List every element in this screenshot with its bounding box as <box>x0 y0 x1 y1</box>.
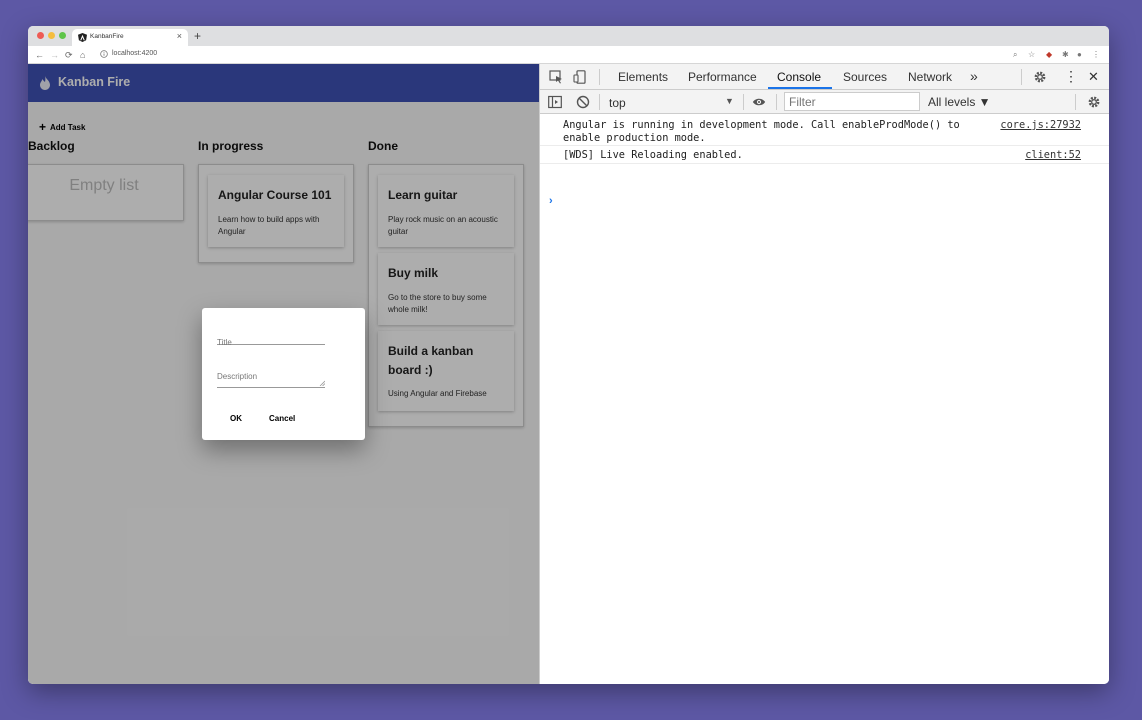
bookmark-star-icon[interactable]: ☆ <box>1028 49 1035 61</box>
kanban-app: Kanban Fire + Add Task Backlog Empty list… <box>28 64 539 684</box>
forward-button[interactable]: → <box>50 48 59 62</box>
home-button[interactable]: ⌂ <box>80 48 85 62</box>
extensions-puzzle-icon[interactable]: ✱ <box>1062 49 1069 61</box>
filter-input[interactable] <box>784 92 920 111</box>
tab-elements[interactable]: Elements <box>618 70 668 84</box>
task-dialog: Title Description OK Cancel <box>202 308 365 440</box>
browser-menu-icon[interactable]: ⋮ <box>1092 49 1100 61</box>
browser-window: KanbanFire × + ← → ⟳ ⌂ localhost:4200 ⌕ … <box>28 26 1109 684</box>
clear-console-icon[interactable] <box>576 95 590 109</box>
description-field[interactable]: Description <box>217 366 325 388</box>
devtools-menu-icon[interactable]: ⋮ <box>1064 68 1078 85</box>
profile-avatar-icon[interactable]: ● <box>1077 49 1082 61</box>
ok-button[interactable]: OK <box>230 414 242 423</box>
toolbar-divider <box>599 94 600 110</box>
toolbar-divider <box>1021 69 1022 85</box>
console-message-source[interactable]: core.js:27932 <box>1000 119 1081 131</box>
console-message-text: Angular is running in development mode. … <box>563 119 960 144</box>
angular-favicon-icon <box>78 33 87 42</box>
tab-title: KanbanFire <box>90 33 124 40</box>
console-message: Angular is running in development mode. … <box>540 114 1109 146</box>
console-message-text: [WDS] Live Reloading enabled. <box>563 149 743 161</box>
info-icon[interactable] <box>100 50 108 58</box>
maximize-window-button[interactable] <box>59 32 66 39</box>
title-field-label: Title <box>217 338 232 347</box>
browser-toolbar: ← → ⟳ ⌂ localhost:4200 ⌕ ☆ ◆ ✱ ● ⋮ <box>28 46 1109 64</box>
cancel-button[interactable]: Cancel <box>269 414 295 423</box>
chevron-down-icon[interactable]: ▼ <box>725 96 734 106</box>
close-devtools-icon[interactable]: ✕ <box>1088 69 1099 85</box>
toolbar-divider <box>1075 94 1076 110</box>
angular-extension-icon[interactable]: ◆ <box>1046 49 1052 61</box>
zoom-icon[interactable]: ⌕ <box>1013 49 1017 61</box>
address-bar[interactable]: localhost:4200 <box>112 50 157 57</box>
eye-icon[interactable] <box>752 95 766 109</box>
log-levels-dropdown[interactable]: All levels ▼ <box>928 95 991 109</box>
tab-strip: KanbanFire × + <box>28 26 1109 46</box>
close-window-button[interactable] <box>37 32 44 39</box>
tab-console[interactable]: Console <box>777 70 821 84</box>
console-message-source[interactable]: client:52 <box>1025 149 1081 161</box>
active-tab-indicator <box>768 87 832 89</box>
tab-sources[interactable]: Sources <box>843 70 887 84</box>
title-field[interactable]: Title <box>217 332 325 347</box>
console-prompt[interactable]: › <box>549 195 553 207</box>
context-selector[interactable]: top <box>609 96 626 110</box>
tab-close-icon[interactable]: × <box>177 31 182 42</box>
new-tab-button[interactable]: + <box>194 29 201 43</box>
tab-network[interactable]: Network <box>908 70 952 84</box>
reload-button[interactable]: ⟳ <box>65 48 73 62</box>
resize-handle-icon[interactable] <box>319 380 325 386</box>
console-settings-gear-icon[interactable] <box>1087 95 1101 109</box>
console-message: [WDS] Live Reloading enabled. client:52 <box>540 146 1109 164</box>
back-button[interactable]: ← <box>35 48 44 62</box>
toolbar-divider <box>776 94 777 110</box>
inspect-element-icon[interactable] <box>549 70 563 84</box>
console-toolbar: top ▼ All levels ▼ <box>540 90 1109 114</box>
device-toolbar-icon[interactable] <box>573 70 587 84</box>
toolbar-divider <box>599 69 600 85</box>
minimize-window-button[interactable] <box>48 32 55 39</box>
devtools-panel: Elements Performance Console Sources Net… <box>539 64 1109 684</box>
description-field-label: Description <box>217 372 258 381</box>
settings-gear-icon[interactable] <box>1033 70 1047 84</box>
console-sidebar-icon[interactable] <box>548 95 562 109</box>
tab-performance[interactable]: Performance <box>688 70 757 84</box>
toolbar-divider <box>743 94 744 110</box>
browser-tab[interactable]: KanbanFire × <box>72 29 188 46</box>
devtools-tab-bar: Elements Performance Console Sources Net… <box>540 64 1109 90</box>
more-tabs-icon[interactable]: » <box>970 68 978 84</box>
